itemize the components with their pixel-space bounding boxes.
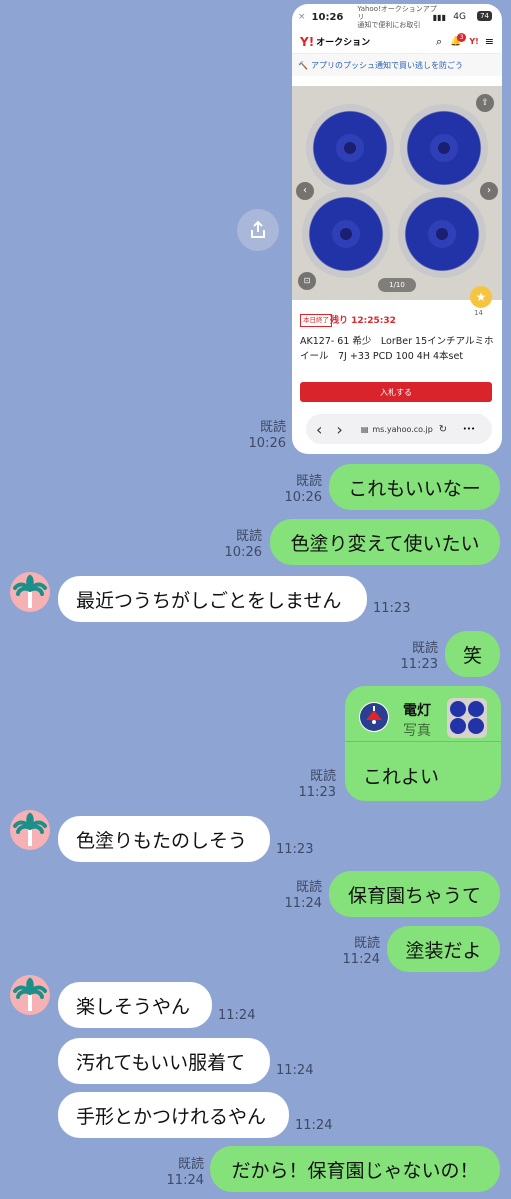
message-time: 10:26 bbox=[248, 436, 286, 451]
avatar[interactable] bbox=[10, 975, 50, 1015]
yahoo-small-logo[interactable]: Y! bbox=[469, 37, 478, 46]
my-message-bubble[interactable]: 色塗り変えて使いたい bbox=[270, 519, 500, 565]
message-meta: 既読 11:24 bbox=[158, 1157, 204, 1189]
message-time: 11:24 bbox=[342, 952, 380, 967]
menu-icon[interactable]: ≡ bbox=[485, 35, 494, 48]
quoted-thumbnail bbox=[447, 698, 487, 738]
message-meta: 既読 11:24 bbox=[276, 880, 322, 912]
more-button[interactable]: ••• bbox=[454, 414, 484, 444]
my-message-bubble[interactable]: 塗装だよ bbox=[387, 926, 500, 972]
ends-today-badge: 本日終了 bbox=[300, 314, 332, 327]
forward-icon[interactable]: › bbox=[336, 420, 342, 439]
next-photo-icon[interactable]: › bbox=[480, 182, 498, 200]
message-time: 10:26 bbox=[284, 490, 322, 505]
quoted-avatar bbox=[359, 702, 389, 732]
share-button[interactable] bbox=[237, 209, 279, 251]
hammer-icon: 🔨 bbox=[298, 60, 308, 70]
item-photo[interactable]: ⇪ ‹ › ⊡ 1/10 bbox=[292, 86, 502, 300]
shared-image-message[interactable]: × 10:26 Yahoo!オークションアプリ 通知で便利にお取引 ▮▮▮ 4G… bbox=[292, 4, 502, 454]
signal-icon: ▮▮▮ bbox=[432, 13, 446, 22]
message-time: 10:26 bbox=[224, 545, 262, 560]
wheel-image bbox=[400, 104, 488, 192]
palm-tree-icon bbox=[13, 812, 47, 846]
reload-icon[interactable]: ↻ bbox=[439, 424, 447, 435]
read-receipt: 既読 bbox=[259, 420, 286, 435]
read-receipt: 既読 bbox=[295, 880, 322, 895]
message-meta: 既読 10:26 bbox=[240, 420, 286, 452]
their-message-bubble[interactable]: 色塗りもたのしそう bbox=[58, 816, 270, 862]
message-time: 11:24 bbox=[284, 896, 322, 911]
avatar[interactable] bbox=[10, 810, 50, 850]
message-meta: 既読 11:23 bbox=[290, 769, 336, 801]
message-time: 11:23 bbox=[298, 785, 336, 800]
read-receipt: 既読 bbox=[295, 474, 322, 489]
bell-badge: 3 bbox=[457, 32, 467, 42]
quoted-message[interactable]: 電灯 写真 bbox=[345, 686, 501, 742]
network-label: 4G bbox=[453, 12, 466, 22]
bid-button[interactable]: 入札する bbox=[300, 382, 492, 402]
message-time: 11:24 bbox=[276, 1063, 314, 1078]
read-receipt: 既読 bbox=[353, 936, 380, 951]
my-message-bubble[interactable]: 笑 bbox=[445, 631, 500, 677]
auction-logo-text: オークション bbox=[316, 38, 371, 48]
phone-status-bar: × 10:26 Yahoo!オークションアプリ 通知で便利にお取引 ▮▮▮ 4G… bbox=[292, 4, 502, 30]
yahoo-logo: Y! bbox=[300, 34, 315, 49]
status-time: 10:26 bbox=[311, 11, 344, 23]
read-receipt: 既読 bbox=[309, 769, 336, 784]
watch-count: 14 bbox=[474, 309, 483, 317]
wheel-image bbox=[398, 190, 486, 278]
message-time: 11:23 bbox=[373, 601, 411, 616]
palm-tree-icon bbox=[13, 977, 47, 1011]
message-time: 11:24 bbox=[295, 1118, 333, 1133]
quoted-kind: 写真 bbox=[403, 723, 431, 739]
read-receipt: 既読 bbox=[177, 1157, 204, 1172]
share-icon bbox=[251, 220, 265, 238]
their-message-bubble[interactable]: 手形とかつけれるやん bbox=[58, 1092, 289, 1138]
notif-close: × bbox=[298, 12, 306, 22]
read-receipt: 既読 bbox=[411, 641, 438, 656]
page-icon: ▤ bbox=[360, 424, 369, 434]
reply-message-bubble[interactable]: 電灯 写真 これよい bbox=[345, 686, 501, 801]
reply-text: これよい bbox=[363, 766, 440, 788]
prev-photo-icon[interactable]: ‹ bbox=[296, 182, 314, 200]
my-message-bubble[interactable]: 保育園ちゃうて bbox=[329, 871, 500, 917]
lamp-icon bbox=[360, 703, 388, 731]
their-message-bubble[interactable]: 汚れてもいい服着て bbox=[58, 1038, 270, 1084]
message-time: 11:23 bbox=[400, 657, 438, 672]
bell-icon[interactable]: 🔔 3 bbox=[450, 32, 467, 47]
message-meta: 既読 10:26 bbox=[276, 474, 322, 506]
item-title[interactable]: AK127- 61 希少 LorBer 15インチアルミホイール 7J +33 … bbox=[300, 334, 496, 364]
their-message-bubble[interactable]: 最近つうちがしごとをしません bbox=[58, 576, 367, 622]
their-message-bubble[interactable]: 楽しそうやん bbox=[58, 982, 212, 1028]
photo-counter: 1/10 bbox=[378, 278, 416, 292]
message-meta: 既読 10:26 bbox=[216, 529, 262, 561]
message-time: 11:23 bbox=[276, 842, 314, 857]
message-time: 11:24 bbox=[218, 1008, 256, 1023]
promo-banner[interactable]: 🔨 アプリのプッシュ通知で買い逃しを防ごう bbox=[292, 54, 502, 76]
wheel-image bbox=[306, 104, 394, 192]
battery-icon: 74 bbox=[477, 11, 492, 21]
avatar[interactable] bbox=[10, 572, 50, 612]
message-meta: 既読 11:23 bbox=[392, 641, 438, 673]
quoted-sender: 電灯 bbox=[403, 703, 431, 719]
search-icon[interactable]: ⌕ bbox=[436, 35, 442, 49]
time-remaining: 残り 12:25:32 bbox=[330, 316, 396, 326]
url-text: ms.yahoo.co.jp bbox=[372, 424, 433, 434]
palm-tree-icon bbox=[13, 574, 47, 608]
message-meta: 既読 11:24 bbox=[334, 936, 380, 968]
my-message-bubble[interactable]: これもいいなー bbox=[329, 464, 500, 510]
wheel-image bbox=[302, 190, 390, 278]
back-icon[interactable]: ‹ bbox=[316, 420, 322, 439]
lens-icon[interactable]: ⊡ bbox=[298, 272, 316, 290]
yahoo-auction-header: Y! オークション ⌕ 🔔 3 Y! ≡ bbox=[292, 30, 502, 54]
read-receipt: 既読 bbox=[235, 529, 262, 544]
watch-star-icon[interactable]: ★ bbox=[470, 286, 492, 308]
promo-text: アプリのプッシュ通知で買い逃しを防ごう bbox=[310, 60, 463, 70]
photo-share-icon[interactable]: ⇪ bbox=[476, 94, 494, 112]
notification-text: Yahoo!オークションアプリ 通知で便利にお取引 bbox=[357, 5, 437, 29]
my-message-bubble[interactable]: だから！保育園じゃないの！ bbox=[210, 1146, 500, 1192]
message-time: 11:24 bbox=[166, 1173, 204, 1188]
